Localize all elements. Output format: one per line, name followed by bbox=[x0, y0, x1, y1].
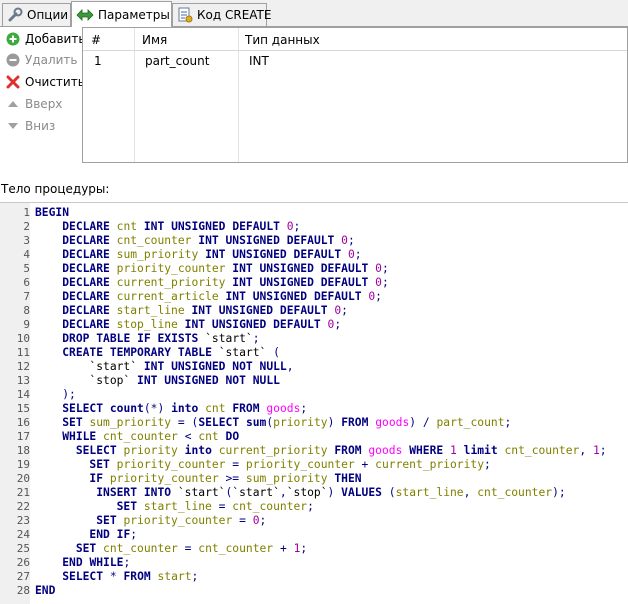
line-number: 16 bbox=[16, 416, 30, 429]
clear-button-label: Очистить bbox=[25, 75, 85, 89]
line-number: 2 bbox=[23, 220, 30, 233]
code-text: `start` INT UNSIGNED NOT NULL, bbox=[89, 360, 294, 373]
line-number: 21 bbox=[16, 486, 30, 499]
code-text: SET start_line = cnt_counter; bbox=[116, 500, 314, 513]
line-number: 4 bbox=[23, 248, 30, 261]
param-number: 1 bbox=[94, 54, 102, 68]
line-number: 15 bbox=[16, 402, 30, 415]
delete-button-label: Удалить bbox=[25, 53, 78, 67]
tab-options[interactable]: Опции bbox=[2, 3, 71, 26]
column-header-number[interactable]: # bbox=[91, 33, 101, 47]
line-number: 27 bbox=[16, 570, 30, 583]
tab-label: Код CREATE bbox=[197, 8, 272, 22]
line-number: 25 bbox=[16, 542, 30, 555]
line-number: 17 bbox=[16, 430, 30, 443]
code-text: END IF; bbox=[89, 528, 138, 541]
code-text: DECLARE priority_counter INT UNSIGNED DE… bbox=[62, 262, 389, 275]
tab-bar: Опции Параметры Код CREATE bbox=[0, 0, 628, 27]
red-x-icon bbox=[5, 74, 21, 90]
column-header-name[interactable]: Имя bbox=[142, 33, 167, 47]
param-name[interactable]: part_count bbox=[145, 54, 209, 68]
up-arrow-icon bbox=[5, 96, 21, 112]
code-text: IF priority_counter >= sum_priority THEN bbox=[89, 472, 362, 485]
column-header-type[interactable]: Тип данных bbox=[245, 33, 320, 47]
parameter-toolbar: Добавить Удалить Очистить Вверх Вниз bbox=[0, 27, 85, 163]
line-number: 23 bbox=[16, 514, 30, 527]
code-text: SELECT count(*) into cnt FROM goods; bbox=[62, 402, 308, 415]
parameters-grid[interactable]: # Имя Тип данных 1 part_count INT bbox=[82, 27, 628, 163]
line-number: 11 bbox=[16, 346, 30, 359]
code-text: DECLARE cnt_counter INT UNSIGNED DEFAULT… bbox=[62, 234, 355, 247]
line-number: 24 bbox=[16, 528, 30, 541]
code-text: INSERT INTO `start`(`start`,`stop`) VALU… bbox=[96, 486, 566, 499]
tab-create-code[interactable]: Код CREATE bbox=[172, 3, 271, 26]
line-number: 26 bbox=[16, 556, 30, 569]
param-type[interactable]: INT bbox=[249, 54, 269, 68]
line-number: 10 bbox=[16, 332, 30, 345]
code-text: DECLARE current_priority INT UNSIGNED DE… bbox=[62, 276, 389, 289]
line-number: 7 bbox=[23, 290, 30, 303]
code-text: SET cnt_counter = cnt_counter + 1; bbox=[75, 542, 308, 555]
add-button[interactable]: Добавить bbox=[5, 29, 85, 49]
line-number: 18 bbox=[16, 444, 30, 457]
clear-button[interactable]: Очистить bbox=[5, 72, 85, 92]
code-text: SET priority_counter = 0; bbox=[96, 514, 267, 527]
line-number: 22 bbox=[16, 500, 30, 513]
code-editor[interactable]: 1 BEGIN 2 DECLARE cnt INT UNSIGNED DEFAULT… bbox=[0, 202, 628, 604]
code-text: DECLARE current_article INT UNSIGNED DEF… bbox=[62, 290, 382, 303]
code-text: WHILE cnt_counter < cnt DO bbox=[62, 430, 240, 443]
line-number: 3 bbox=[23, 234, 30, 247]
line-number: 13 bbox=[16, 374, 30, 387]
tab-label: Опции bbox=[27, 8, 69, 22]
code-text: BEGIN bbox=[35, 206, 70, 219]
down-arrow-icon bbox=[5, 118, 21, 134]
code-text: SET sum_priority = (SELECT sum(priority)… bbox=[62, 416, 512, 429]
procedure-body-label: Тело процедуры: bbox=[1, 182, 110, 196]
code-text: SET priority_counter = priority_counter … bbox=[89, 458, 491, 471]
line-number: 5 bbox=[23, 262, 30, 275]
move-up-button[interactable]: Вверх bbox=[5, 94, 62, 114]
move-down-button[interactable]: Вниз bbox=[5, 116, 55, 136]
line-number: 14 bbox=[16, 388, 30, 401]
wrench-icon bbox=[7, 7, 23, 23]
tab-label: Параметры bbox=[98, 7, 170, 22]
line-number: 1 bbox=[23, 206, 30, 219]
code-text: DECLARE sum_priority INT UNSIGNED DEFAUL… bbox=[62, 248, 362, 261]
delete-button[interactable]: Удалить bbox=[5, 50, 78, 70]
code-text: DECLARE stop_line INT UNSIGNED DEFAULT 0… bbox=[62, 318, 342, 331]
code-text: DECLARE cnt INT UNSIGNED DEFAULT 0; bbox=[62, 220, 301, 233]
code-text: END WHILE; bbox=[62, 556, 131, 569]
minus-icon bbox=[5, 52, 21, 68]
move-down-label: Вниз bbox=[25, 119, 56, 133]
code-text: ); bbox=[62, 388, 76, 401]
line-number: 9 bbox=[23, 318, 30, 331]
code-text: DROP TABLE IF EXISTS `start`; bbox=[62, 332, 260, 345]
line-number: 6 bbox=[23, 276, 30, 289]
grid-header: # Имя Тип данных bbox=[83, 28, 627, 51]
add-button-label: Добавить bbox=[25, 32, 86, 46]
code-page-icon bbox=[177, 7, 193, 23]
tab-parameters[interactable]: Параметры bbox=[71, 1, 172, 27]
code-text: CREATE TEMPORARY TABLE `start` ( bbox=[62, 346, 280, 359]
line-number: 12 bbox=[16, 360, 30, 373]
move-up-label: Вверх bbox=[25, 97, 63, 111]
plus-icon bbox=[5, 31, 21, 47]
arrows-icon bbox=[76, 7, 94, 23]
code-text: DECLARE start_line INT UNSIGNED DEFAULT … bbox=[62, 304, 348, 317]
code-text: END bbox=[35, 584, 56, 597]
line-number: 20 bbox=[16, 472, 30, 485]
code-text: SELECT priority into current_priority FR… bbox=[75, 444, 607, 457]
code-text: `stop` INT UNSIGNED NOT NULL bbox=[89, 374, 280, 387]
code-text: SELECT * FROM start; bbox=[62, 570, 199, 583]
line-number: 28 bbox=[16, 584, 30, 597]
line-number: 19 bbox=[16, 458, 30, 471]
line-number: 8 bbox=[23, 304, 30, 317]
